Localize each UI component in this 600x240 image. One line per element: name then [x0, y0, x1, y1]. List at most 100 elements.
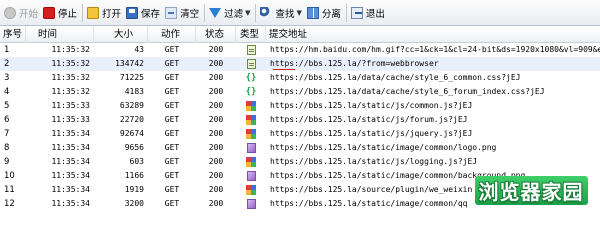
table-row[interactable]: 5 11:35:33 63289 GET 200 https://bbs.125.la/s…: [0, 99, 600, 113]
row-type: {}: [236, 71, 266, 85]
table-row[interactable]: 4 11:35:32 4183 GET 200 {} https://bbs.125.la/…: [0, 85, 600, 99]
image-type-icon: [246, 143, 256, 153]
row-action: GET: [164, 73, 180, 82]
row-time: 11:35:34: [51, 143, 90, 152]
row-status: 200: [208, 129, 224, 138]
row-size: 603: [129, 157, 144, 166]
script-type-icon: [246, 115, 256, 125]
row-number: 12: [4, 199, 15, 209]
column-header-num[interactable]: 序号: [0, 25, 26, 43]
save-icon: [126, 6, 139, 19]
exit-icon: [350, 6, 363, 19]
row-url: https://hm.baidu.com/hm.gif?cc=1&ck=1&cl…: [270, 45, 600, 54]
row-action: GET: [164, 185, 180, 194]
filter-label: 过滤: [224, 8, 244, 20]
start-icon: [4, 6, 16, 19]
clear-icon: [165, 6, 178, 19]
save-label: 保存: [141, 8, 161, 20]
row-status: 200: [208, 59, 224, 68]
find-button[interactable]: 查找 ▼: [258, 3, 304, 23]
row-status: 200: [208, 185, 224, 194]
script-type-icon: [246, 129, 256, 139]
row-url: https://bbs.125.la/?from=webbrowser: [270, 59, 439, 68]
column-header-type[interactable]: 类型: [236, 25, 266, 43]
row-status: 200: [208, 143, 224, 152]
watermark-text: 浏览器家园: [474, 175, 588, 205]
row-url: https://bbs.125.la/static/js/common.js?j…: [270, 101, 473, 110]
row-action: GET: [164, 171, 180, 180]
row-action: GET: [164, 115, 180, 124]
row-status: 200: [208, 73, 224, 82]
watermark-logo: 浏览器家园: [466, 175, 596, 205]
toolbar-separator: [345, 3, 347, 22]
row-url: https://bbs.125.la/static/js/jquery.js?j…: [270, 129, 473, 138]
document-type-icon: [246, 59, 256, 69]
column-header-size[interactable]: 大小: [94, 25, 148, 43]
table-row[interactable]: 1 11:35:32 43 GET 200 https://hm.baidu.com/hm…: [0, 43, 600, 57]
stop-button[interactable]: 停止: [41, 3, 80, 23]
row-time: 11:35:34: [51, 129, 90, 138]
column-header-url[interactable]: 提交地址: [266, 26, 600, 43]
row-url: https://bbs.125.la/static/js/logging.js?…: [270, 157, 478, 166]
row-action: GET: [164, 199, 180, 208]
table-row[interactable]: 9 11:35:34 603 GET 200 https://bbs.125.la/sta…: [0, 155, 600, 169]
binoculars-icon: [260, 6, 273, 19]
row-size: 43: [134, 45, 144, 54]
row-status: 200: [208, 157, 224, 166]
image-type-icon: [246, 171, 256, 181]
row-number: 8: [4, 143, 10, 153]
row-number: 2: [4, 59, 10, 69]
css-braces-icon: {}: [245, 87, 257, 97]
filter-icon: [209, 7, 222, 18]
row-number: 6: [4, 115, 10, 125]
row-time: 11:35:33: [51, 115, 90, 124]
exit-button[interactable]: 退出: [349, 3, 388, 23]
table-row[interactable]: 8 11:35:34 9656 GET 200 https://bbs.125.la/st…: [0, 141, 600, 155]
row-time: 11:35:32: [51, 45, 90, 54]
row-type: [236, 99, 266, 113]
row-size: 22720: [119, 115, 144, 124]
row-status: 200: [208, 45, 224, 54]
filter-button[interactable]: 过滤 ▼: [207, 3, 253, 23]
row-number: 3: [4, 73, 10, 83]
row-url: https://bbs.125.la/data/cache/style_6_co…: [270, 73, 521, 82]
row-action: GET: [164, 87, 180, 96]
open-button[interactable]: 打开: [85, 3, 124, 23]
stop-icon: [43, 6, 56, 19]
table-row[interactable]: 3 11:35:32 71225 GET 200 {} https://bbs.125.la…: [0, 71, 600, 85]
row-type: [236, 43, 266, 57]
row-action: GET: [164, 59, 180, 68]
css-braces-icon: {}: [245, 73, 257, 83]
script-type-icon: [246, 101, 256, 111]
save-button[interactable]: 保存: [124, 3, 163, 23]
table-row[interactable]: 6 11:35:33 22720 GET 200 https://bbs.125.la/s…: [0, 113, 600, 127]
clear-label: 清空: [180, 8, 200, 20]
row-time: 11:35:32: [51, 87, 90, 96]
row-action: GET: [164, 129, 180, 138]
row-type: [236, 197, 266, 211]
row-size: 1166: [124, 171, 144, 180]
clear-button[interactable]: 清空: [163, 3, 202, 23]
image-type-icon: [246, 199, 256, 209]
row-url: https://bbs.125.la/static/image/common/l…: [270, 143, 497, 152]
row-url: https://bbs.125.la/static/js/forum.js?jE…: [270, 115, 468, 124]
row-type: [236, 183, 266, 197]
toolbar-separator: [255, 3, 257, 22]
script-type-icon: [246, 157, 256, 167]
start-button[interactable]: 开始: [2, 3, 41, 23]
row-size: 3200: [124, 199, 144, 208]
start-label: 开始: [19, 8, 39, 20]
table-row[interactable]: 7 11:35:34 92674 GET 200 https://bbs.125.la/s…: [0, 127, 600, 141]
split-button[interactable]: 分离: [305, 3, 344, 23]
column-header-status[interactable]: 状态: [196, 25, 236, 43]
row-type: [236, 127, 266, 141]
row-number: 7: [4, 129, 10, 139]
row-action: GET: [164, 143, 180, 152]
row-status: 200: [208, 115, 224, 124]
row-size: 92674: [119, 129, 144, 138]
row-action: GET: [164, 101, 180, 110]
table-row[interactable]: 2 11:35:32 134742 GET 200 https://bbs.125.la/…: [0, 57, 600, 71]
column-header-time[interactable]: 时间: [26, 25, 94, 43]
row-action: GET: [164, 157, 180, 166]
column-header-action[interactable]: 动作: [148, 25, 196, 43]
